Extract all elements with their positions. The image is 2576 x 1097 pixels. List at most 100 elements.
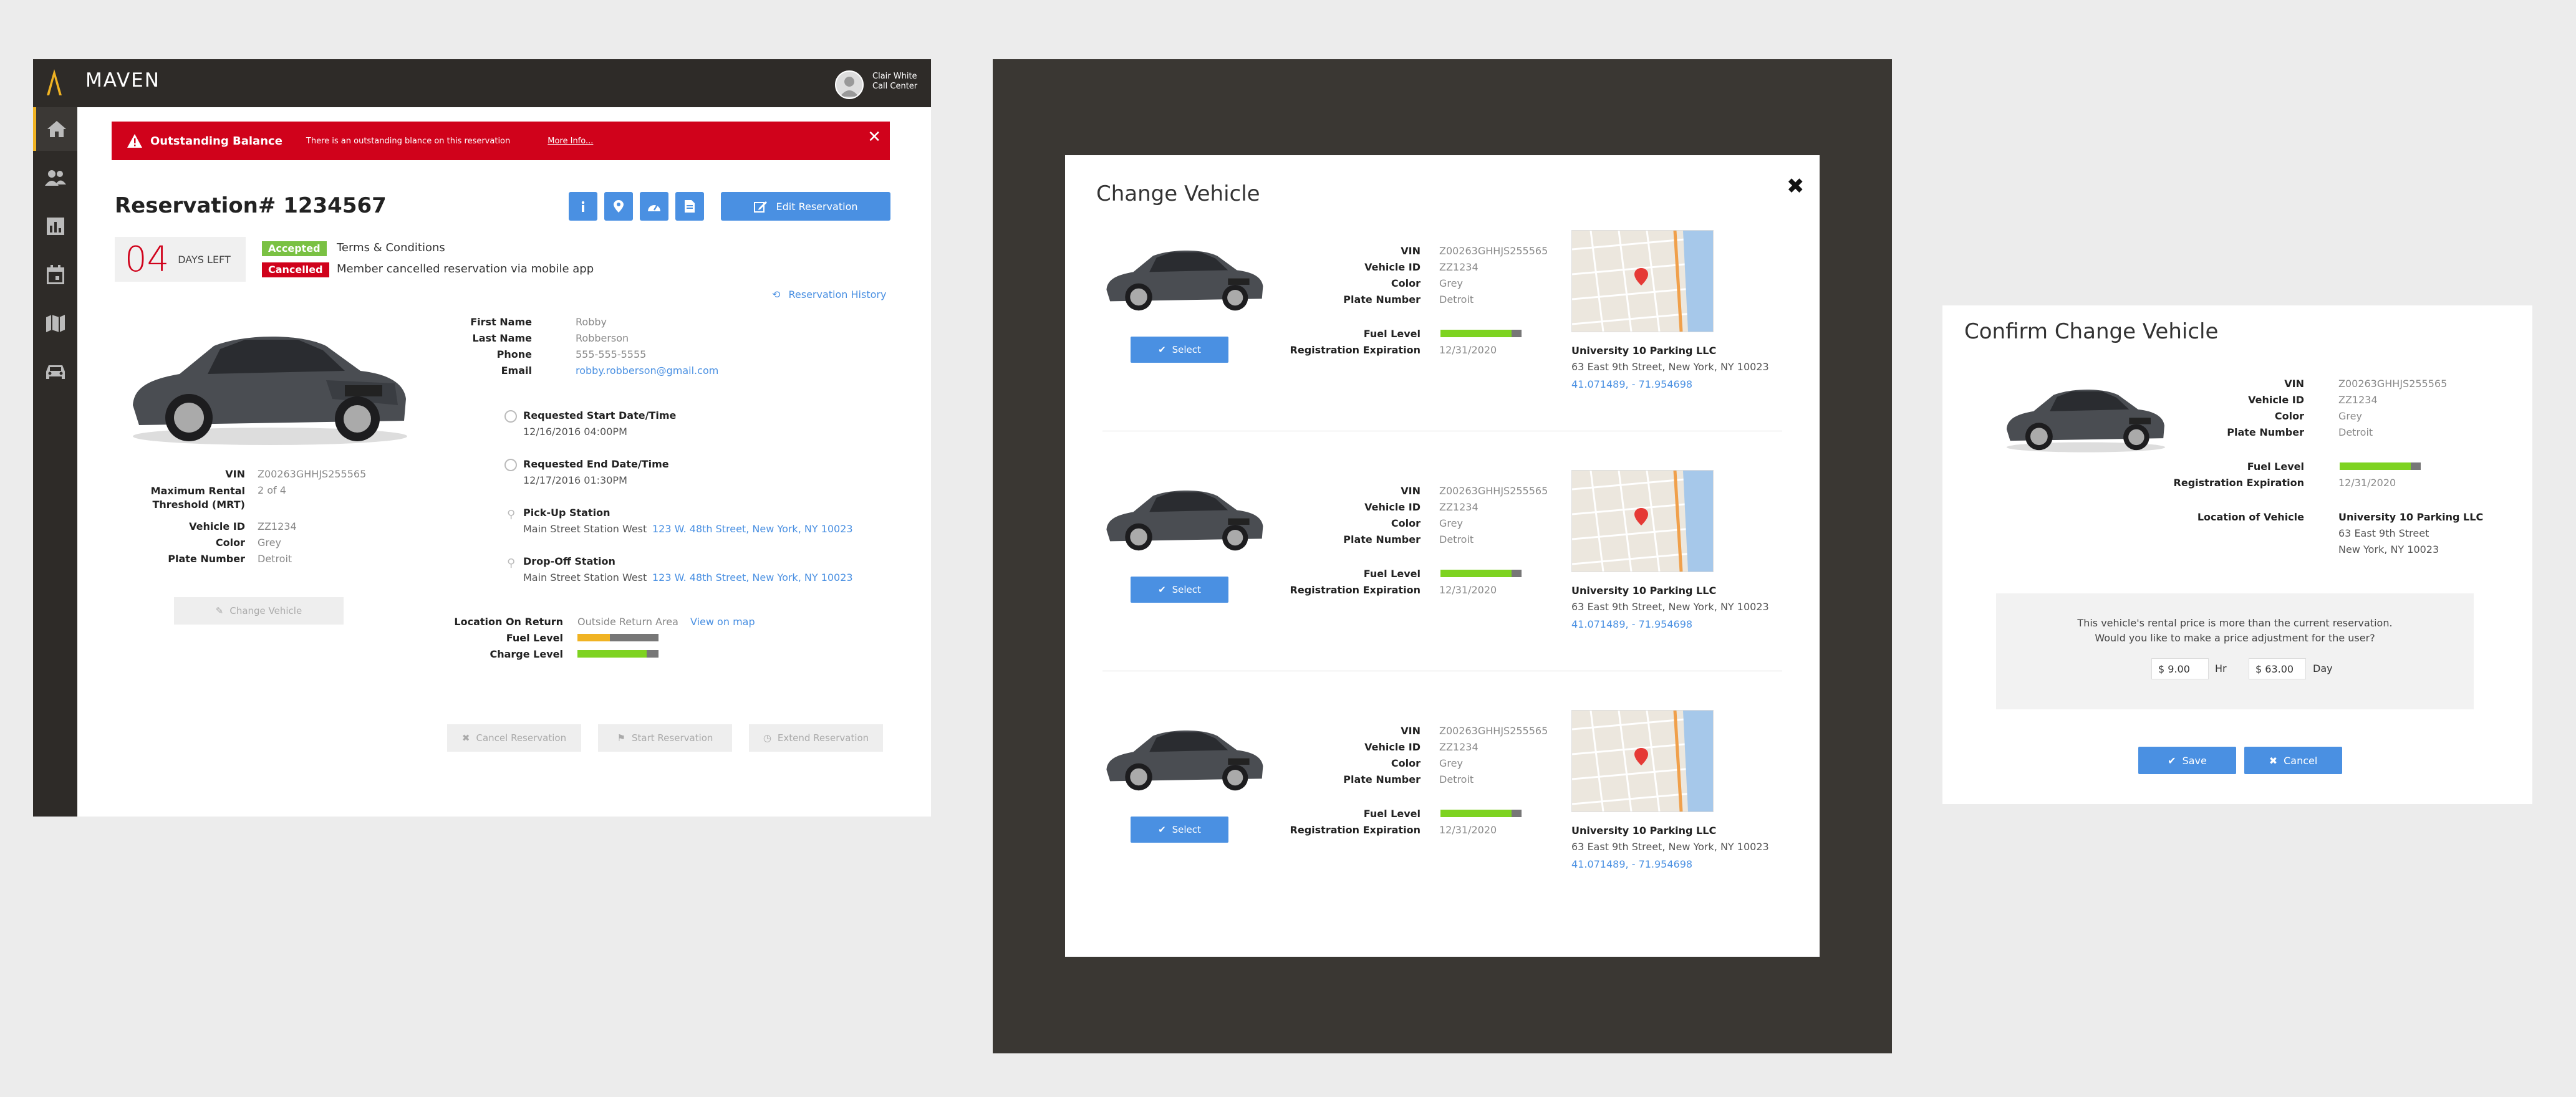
coordinates-link[interactable]: 41.071489, - 71.954698	[1571, 858, 1692, 870]
plate-value: Detroit	[2338, 426, 2373, 438]
reservation-panel: MAVEN Clair White Call Center Outstandin…	[33, 59, 931, 817]
color-value: Grey	[1439, 517, 1463, 529]
first-name-value: Robby	[576, 316, 607, 328]
calendar-icon	[46, 265, 64, 284]
registration-label: Registration Expiration	[1290, 584, 1421, 596]
color-value: Grey	[2338, 410, 2362, 422]
color-value: Grey	[258, 537, 281, 548]
days-left-number: 04	[125, 239, 170, 280]
user-name: Clair White	[872, 72, 917, 81]
vehicle-id-value: ZZ1234	[1439, 501, 1479, 513]
sidebar-item-members[interactable]	[33, 156, 77, 199]
dialog-title: Confirm Change Vehicle	[1964, 319, 2219, 344]
location-line1: 63 East 9th Street	[2338, 527, 2429, 539]
daily-price-input[interactable]: $ 63.00	[2249, 658, 2306, 679]
location-address: 63 East 9th Street, New York, NY 10023	[1571, 361, 1769, 373]
end-value: 12/17/2016 01:30PM	[523, 474, 627, 486]
select-button[interactable]: ✔ Select	[1131, 337, 1228, 363]
car-image	[1106, 250, 1263, 311]
color-label: Color	[2274, 410, 2304, 422]
extend-reservation-button[interactable]: ◷ Extend Reservation	[749, 724, 883, 752]
registration-value: 12/31/2020	[2338, 477, 2396, 489]
registration-label: Registration Expiration	[2173, 477, 2304, 489]
check-icon: ✔	[1158, 344, 1166, 355]
location-label: Location of Vehicle	[2197, 511, 2304, 523]
start-reservation-button[interactable]: ⚑ Start Reservation	[598, 724, 732, 752]
location-button[interactable]	[604, 192, 633, 221]
location-name: University 10 Parking LLC	[2338, 511, 2484, 523]
email-label: Email	[501, 365, 532, 376]
top-bar: MAVEN Clair White Call Center	[33, 59, 931, 107]
email-link[interactable]: robby.robberson@gmail.com	[576, 365, 718, 376]
hourly-price-input[interactable]: $ 9.00	[2151, 658, 2209, 679]
pickup-name: Main Street Station West	[523, 523, 647, 535]
cancel-button[interactable]: ✖ Cancel	[2244, 747, 2342, 774]
vehicle-id-value: ZZ1234	[258, 520, 297, 532]
vehicle-id-label: Vehicle ID	[189, 520, 245, 532]
check-icon: ✔	[1158, 584, 1166, 595]
price-adjustment-box: This vehicle's rental price is more than…	[1996, 593, 2474, 709]
vin-value: Z00263GHHJS255565	[1439, 245, 1548, 257]
change-vehicle-button[interactable]: ✎ Change Vehicle	[174, 597, 344, 625]
document-button[interactable]	[675, 192, 704, 221]
dashboard-button[interactable]	[640, 192, 668, 221]
clock-icon	[504, 459, 517, 471]
plate-label: Plate Number	[1343, 774, 1421, 785]
brand-name: MAVEN	[85, 69, 160, 92]
vehicle-location-map[interactable]	[1571, 230, 1714, 332]
vin-label: VIN	[1401, 485, 1421, 497]
alert-title: Outstanding Balance	[150, 134, 282, 148]
registration-label: Registration Expiration	[1290, 344, 1421, 356]
dropoff-address-link[interactable]: 123 W. 48th Street, New York, NY 10023	[652, 572, 853, 583]
info-icon	[581, 201, 585, 212]
cancelled-text: Member cancelled reservation via mobile …	[337, 262, 594, 275]
cancel-reservation-button[interactable]: ✖ Cancel Reservation	[447, 724, 581, 752]
plate-value: Detroit	[1439, 774, 1474, 785]
users-icon	[44, 170, 66, 186]
charge-level-label: Charge Level	[490, 648, 563, 660]
gauge-icon	[648, 204, 660, 211]
sidebar-item-map[interactable]	[33, 302, 77, 345]
plate-label: Plate Number	[1343, 534, 1421, 545]
location-name: University 10 Parking LLC	[1571, 345, 1717, 357]
maven-logo-icon	[47, 69, 62, 95]
reservation-history-link[interactable]: ⟲ Reservation History	[772, 289, 886, 300]
sidebar-item-vehicles[interactable]	[33, 350, 77, 394]
sidebar-item-calendar[interactable]	[33, 253, 77, 297]
coordinates-link[interactable]: 41.071489, - 71.954698	[1571, 618, 1692, 630]
sidebar-item-reports[interactable]	[33, 204, 77, 248]
view-on-map-link[interactable]: View on map	[690, 616, 755, 628]
color-label: Color	[1391, 277, 1421, 289]
vehicle-location-map[interactable]	[1571, 470, 1714, 572]
info-button[interactable]	[569, 192, 597, 221]
plate-value: Detroit	[1439, 534, 1474, 545]
vehicle-location-map[interactable]	[1571, 710, 1714, 812]
sidebar-item-home[interactable]	[33, 107, 77, 151]
car-image	[1106, 490, 1263, 551]
mrt-value: 2 of 4	[258, 484, 286, 496]
last-name-label: Last Name	[472, 332, 532, 344]
coordinates-link[interactable]: 41.071489, - 71.954698	[1571, 378, 1692, 390]
select-button[interactable]: ✔ Select	[1131, 817, 1228, 843]
edit-reservation-button[interactable]: Edit Reservation	[721, 192, 890, 221]
select-label: Select	[1172, 824, 1201, 835]
fuel-level-label: Fuel Level	[1363, 328, 1421, 340]
pickup-address-link[interactable]: 123 W. 48th Street, New York, NY 10023	[652, 523, 853, 535]
close-icon[interactable]: ✖	[1787, 174, 1805, 199]
location-address: 63 East 9th Street, New York, NY 10023	[1571, 841, 1769, 853]
registration-value: 12/31/2020	[1439, 584, 1497, 596]
color-label: Color	[1391, 757, 1421, 769]
vehicle-id-label: Vehicle ID	[2248, 394, 2304, 406]
close-icon[interactable]: ✕	[867, 128, 881, 146]
warning-icon	[127, 134, 142, 148]
more-info-link[interactable]: More Info...	[548, 137, 593, 146]
mrt-label: Maximum Rental Threshold (MRT)	[150, 485, 245, 510]
save-button[interactable]: ✔ Save	[2138, 747, 2236, 774]
location-return-value: Outside Return Area	[577, 616, 678, 628]
avatar[interactable]	[835, 70, 864, 99]
clock-icon	[504, 410, 517, 423]
edit-icon: ✎	[215, 605, 224, 616]
select-button[interactable]: ✔ Select	[1131, 577, 1228, 603]
plate-label: Plate Number	[168, 553, 245, 565]
car-image	[133, 337, 407, 445]
